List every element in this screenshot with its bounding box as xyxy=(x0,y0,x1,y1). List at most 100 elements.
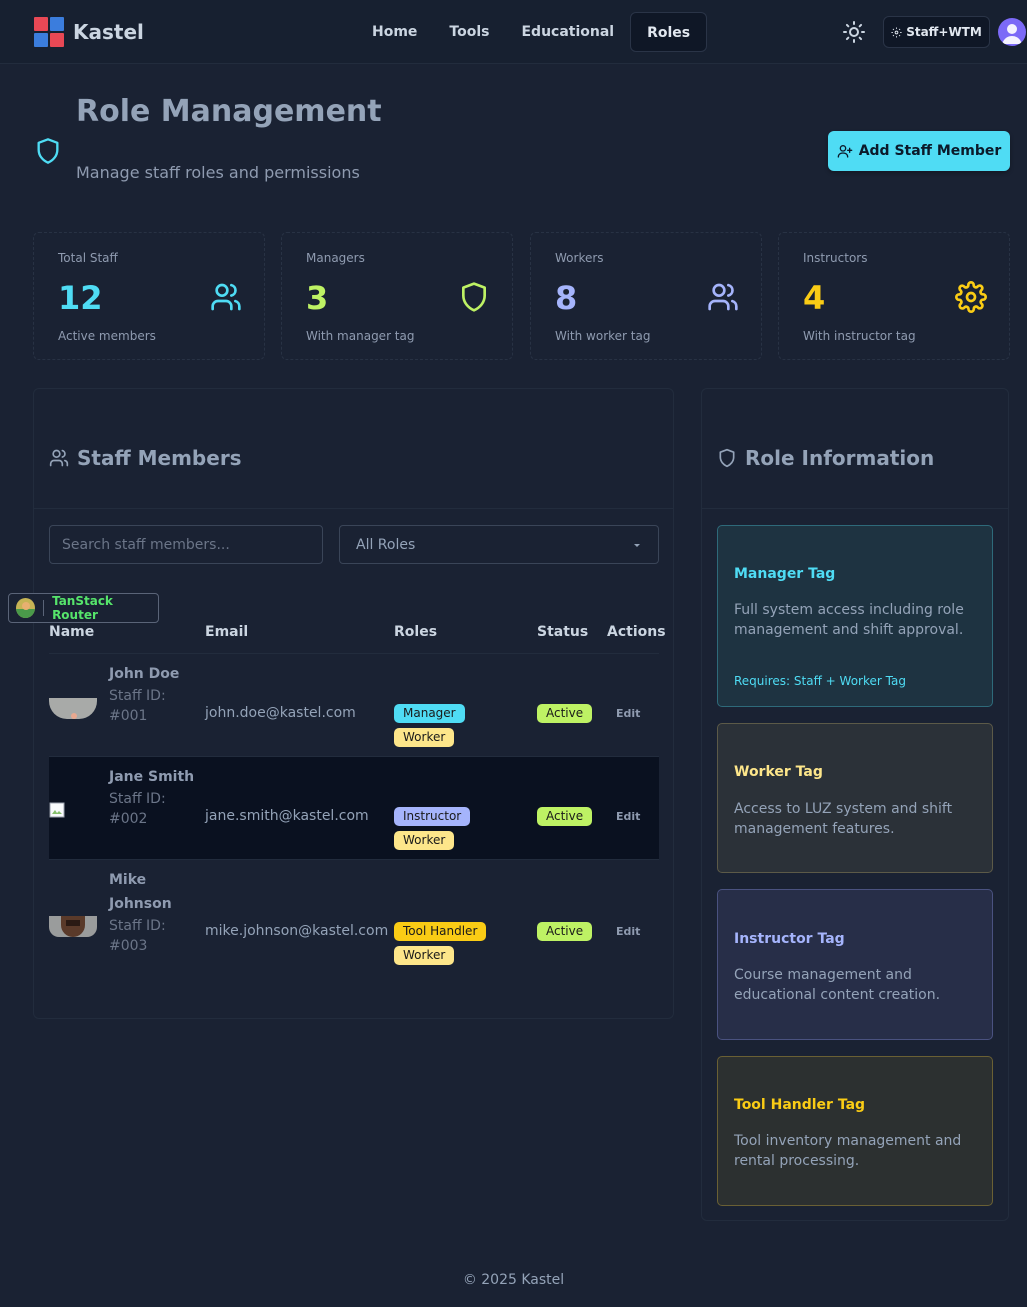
stat-card-workers: Workers 8 With worker tag xyxy=(530,232,762,360)
role-card-desc: Tool inventory management and rental pro… xyxy=(734,1133,962,1169)
divider xyxy=(43,600,45,616)
devtools-label: TanStack Router xyxy=(52,594,113,622)
add-staff-button[interactable]: Add Staff Member xyxy=(828,131,1010,171)
stat-label: Instructors xyxy=(803,251,868,265)
staff-name: John Doe xyxy=(109,666,180,682)
role-card-title: Instructor Tag xyxy=(734,931,845,947)
role-card-requirement: Requires: Staff + Worker Tag xyxy=(734,674,906,688)
staff-id-label: Staff ID: xyxy=(109,688,166,704)
footer-copyright: © 2025 Kastel xyxy=(462,1272,565,1288)
role-panel-header: Role Information xyxy=(717,446,934,470)
staff-email: john.doe@kastel.com xyxy=(205,705,356,721)
status-badge: Active xyxy=(537,922,593,941)
users-icon xyxy=(211,283,241,311)
nav-roles[interactable]: Roles xyxy=(630,12,708,52)
role-badge-tool-handler: Tool Handler xyxy=(394,922,487,941)
user-plus-icon xyxy=(837,145,853,158)
role-card-title: Worker Tag xyxy=(734,764,823,780)
role-card-desc: Course management and educational conten… xyxy=(734,967,941,1003)
avatar[interactable] xyxy=(998,18,1026,46)
role-filter-value: All Roles xyxy=(356,536,416,553)
staff-id-label: Staff ID: xyxy=(109,791,166,807)
staff-email: jane.smith@kastel.com xyxy=(205,808,369,824)
edit-button[interactable]: Edit xyxy=(616,707,640,720)
staff-id: #003 xyxy=(109,938,148,954)
stat-value: 3 xyxy=(306,279,329,317)
role-badge-worker: Worker xyxy=(394,946,455,965)
status-badge: Active xyxy=(537,704,593,723)
table-row[interactable]: Jane Smith Staff ID: #002 jane.smith@kas… xyxy=(49,757,659,860)
table-row[interactable]: John Doe Staff ID: #001 john.doe@kastel.… xyxy=(49,654,659,757)
stat-card-instructors: Instructors 4 With instructor tag xyxy=(778,232,1010,360)
role-card-worker: Worker Tag Access to LUZ system and shif… xyxy=(717,723,993,873)
avatar xyxy=(49,698,97,719)
role-filter-select[interactable]: All Roles xyxy=(339,525,659,564)
shield-icon xyxy=(719,448,735,468)
staff-panel-header: Staff Members xyxy=(49,446,242,470)
users-icon xyxy=(49,449,69,467)
nav-tools[interactable]: Tools xyxy=(433,12,505,52)
role-card-title: Tool Handler Tag xyxy=(734,1097,866,1113)
role-badge-worker: Worker xyxy=(394,831,455,850)
stat-value: 4 xyxy=(803,279,826,317)
nav-links: Home Tools Educational Roles xyxy=(356,12,708,52)
staff-email: mike.johnson@kastel.com xyxy=(205,923,389,939)
page-title: Role Management xyxy=(76,94,382,129)
user-role-badge[interactable]: Staff+WTM xyxy=(883,16,990,48)
nav-home[interactable]: Home xyxy=(356,12,433,52)
stat-card-managers: Managers 3 With manager tag xyxy=(281,232,513,360)
devtools-toggle[interactable]: TanStack Router xyxy=(8,593,159,623)
add-staff-label: Add Staff Member xyxy=(858,143,1002,159)
stat-value: 12 xyxy=(58,279,103,317)
chevron-down-icon xyxy=(634,543,640,547)
role-panel-title: Role Information xyxy=(745,446,935,470)
shield-icon xyxy=(37,138,59,164)
stat-desc: With worker tag xyxy=(555,329,651,343)
settings-icon xyxy=(891,26,902,38)
column-header-email: Email xyxy=(205,624,249,640)
status-badge: Active xyxy=(537,807,593,826)
role-card-manager: Manager Tag Full system access including… xyxy=(717,525,993,707)
stat-desc: With instructor tag xyxy=(803,329,916,343)
table-row[interactable]: Mike Johnson Staff ID: #003 mike.johnson… xyxy=(49,860,659,986)
gear-icon xyxy=(955,281,987,313)
shield-icon xyxy=(462,282,486,312)
top-navbar: Kastel Home Tools Educational Roles Staf… xyxy=(0,0,1027,64)
stat-label: Workers xyxy=(555,251,604,265)
tanstack-logo-icon xyxy=(16,598,36,618)
staff-panel-title: Staff Members xyxy=(77,446,242,470)
user-role-label: Staff+WTM xyxy=(906,25,982,39)
role-badge-instructor: Instructor xyxy=(394,807,471,826)
staff-id: #002 xyxy=(109,811,148,827)
role-card-desc: Full system access including role manage… xyxy=(734,602,964,638)
stat-label: Total Staff xyxy=(58,251,118,265)
stat-card-total-staff: Total Staff 12 Active members xyxy=(33,232,265,360)
staff-name: Jane Smith xyxy=(109,769,195,785)
app-name: Kastel xyxy=(73,20,144,44)
stat-desc: With manager tag xyxy=(306,329,415,343)
role-badge-worker: Worker xyxy=(394,728,455,747)
staff-id-label: Staff ID: xyxy=(109,918,166,934)
logo[interactable]: Kastel xyxy=(34,17,144,47)
users-icon xyxy=(708,283,738,311)
logo-icon xyxy=(34,17,64,47)
edit-button[interactable]: Edit xyxy=(616,925,640,938)
user-avatar-icon xyxy=(1002,24,1022,44)
avatar xyxy=(49,916,97,937)
staff-name: Johnson xyxy=(109,896,172,912)
stat-value: 8 xyxy=(555,279,578,317)
nav-educational[interactable]: Educational xyxy=(505,12,630,52)
search-input[interactable] xyxy=(49,525,323,564)
column-header-roles: Roles xyxy=(394,624,438,640)
page-subtitle: Manage staff roles and permissions xyxy=(76,163,360,182)
role-card-title: Manager Tag xyxy=(734,566,836,582)
stat-label: Managers xyxy=(306,251,365,265)
broken-image-icon xyxy=(49,802,65,818)
role-card-desc: Access to LUZ system and shift managemen… xyxy=(734,801,953,837)
sun-icon[interactable] xyxy=(842,20,866,44)
staff-id: #001 xyxy=(109,708,148,724)
edit-button[interactable]: Edit xyxy=(616,810,640,823)
column-header-status: Status xyxy=(537,624,589,640)
divider xyxy=(702,508,1008,509)
stat-desc: Active members xyxy=(58,329,156,343)
